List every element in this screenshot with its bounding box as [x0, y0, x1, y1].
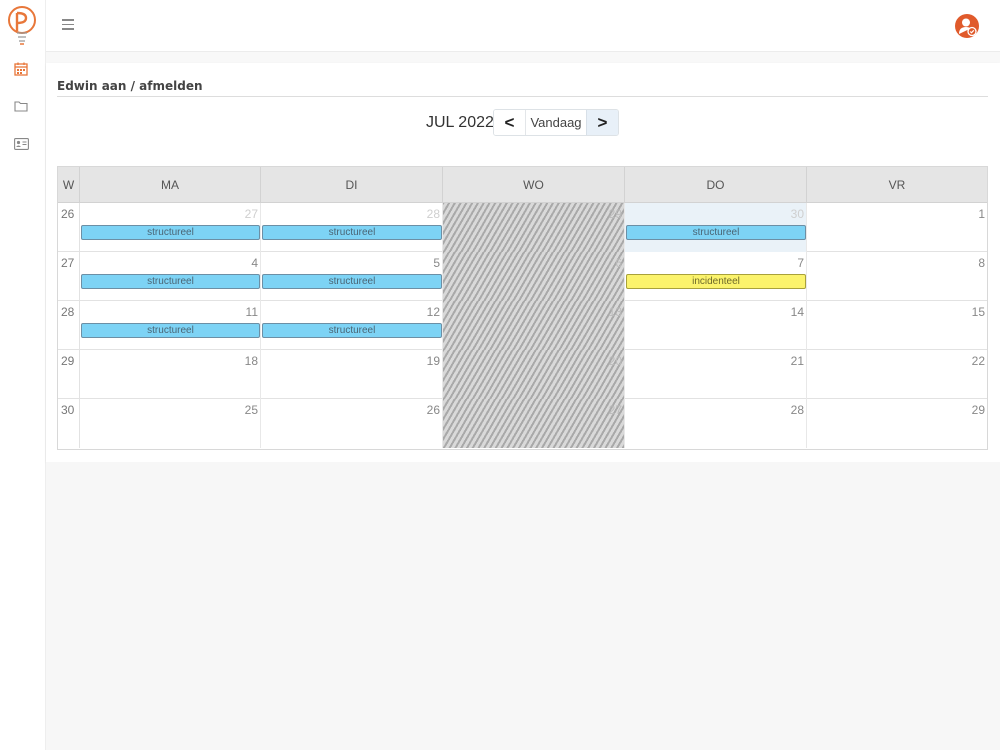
day-cell[interactable]: 14	[625, 301, 807, 350]
hamburger-menu-icon[interactable]	[62, 19, 74, 31]
day-cell[interactable]: 28 structureel	[261, 203, 443, 252]
day-number: 30	[790, 207, 804, 221]
week-row: 28 11 structureel 12 structureel 13 14 15	[58, 301, 987, 350]
day-number: 21	[790, 354, 804, 368]
structural-event[interactable]: structureel	[81, 274, 260, 289]
incidental-event[interactable]: incidenteel	[626, 274, 806, 289]
app-logo[interactable]	[6, 4, 38, 50]
day-cell[interactable]: 4 structureel	[80, 252, 261, 301]
calendar-nav: < Vandaag >	[493, 109, 619, 136]
structural-event[interactable]: structureel	[626, 225, 806, 240]
day-number: 7	[797, 256, 804, 270]
week-row: 26 27 structureel 28 structureel 29 30 structur…	[58, 203, 987, 252]
day-cell[interactable]: 8	[807, 252, 987, 301]
day-cell[interactable]: 21	[625, 350, 807, 399]
folder-icon[interactable]	[13, 98, 29, 114]
title-divider	[57, 96, 988, 97]
week-row: 29 18 19 20 21 22	[58, 350, 987, 399]
day-cell[interactable]: 29	[443, 203, 625, 252]
day-number: 22	[971, 354, 985, 368]
header-day-ma: MA	[80, 167, 261, 202]
day-number: 4	[251, 256, 258, 270]
day-cell[interactable]: 7 incidenteel	[625, 252, 807, 301]
day-number: 28	[790, 403, 804, 417]
day-cell[interactable]: 13	[443, 301, 625, 350]
week-row: 27 4 structureel 5 structureel 6 7 incidenteel 8	[58, 252, 987, 301]
next-month-button[interactable]: >	[586, 110, 618, 135]
header-week: W	[58, 167, 80, 202]
header-day-vr: VR	[888, 177, 906, 192]
structural-event[interactable]: structureel	[81, 225, 260, 240]
day-number: 11	[245, 305, 258, 319]
header-day-di: DI	[261, 167, 443, 202]
day-number: 5	[433, 256, 440, 270]
structural-event[interactable]: structureel	[81, 323, 260, 338]
day-number: 28	[426, 207, 440, 221]
structural-event[interactable]: structureel	[262, 274, 442, 289]
day-cell[interactable]: 22	[807, 350, 987, 399]
day-cell[interactable]: 19	[261, 350, 443, 399]
structural-event[interactable]: structureel	[262, 323, 442, 338]
day-number: 13	[608, 305, 622, 319]
day-number: 14	[790, 305, 804, 319]
month-label: JUL 2022	[426, 114, 494, 131]
day-cell[interactable]: 20	[443, 350, 625, 399]
day-number: 20	[608, 354, 622, 368]
day-number: 29	[608, 207, 622, 221]
day-number: 19	[426, 354, 440, 368]
day-cell[interactable]: 25	[80, 399, 261, 448]
week-row: 30 25 26 27 28 29	[58, 399, 987, 448]
day-cell[interactable]: 27 structureel	[80, 203, 261, 252]
day-cell[interactable]: 11 structureel	[80, 301, 261, 350]
day-number: 1	[978, 207, 985, 221]
header-day-wo: WO	[443, 167, 625, 202]
week-number: 26	[58, 203, 80, 252]
sidebar	[0, 0, 46, 750]
day-number: 15	[971, 305, 985, 319]
top-bar	[46, 0, 1000, 52]
day-number: 27	[244, 207, 258, 221]
week-number: 30	[58, 399, 80, 448]
day-number: 18	[244, 354, 258, 368]
day-cell[interactable]: 28	[625, 399, 807, 448]
today-button[interactable]: Vandaag	[526, 110, 586, 135]
week-number: 29	[58, 350, 80, 399]
day-number: 29	[971, 403, 985, 417]
header-day-do: DO	[625, 167, 807, 202]
day-cell[interactable]: 29	[807, 399, 987, 448]
day-cell[interactable]: 18	[80, 350, 261, 399]
user-avatar-icon[interactable]	[954, 13, 980, 39]
calendar-header: W MA DI WO DO VR	[58, 167, 987, 203]
structural-event[interactable]: structureel	[262, 225, 442, 240]
page-title: Edwin aan / afmelden	[57, 79, 203, 93]
day-cell[interactable]: 15	[807, 301, 987, 350]
content-background	[46, 462, 1000, 750]
prev-month-button[interactable]: <	[494, 110, 526, 135]
day-number: 26	[426, 403, 440, 417]
month-calendar: W MA DI WO DO VR 26 27 structureel 28 structureel…	[57, 166, 988, 450]
day-cell[interactable]: 1	[807, 203, 987, 252]
day-cell[interactable]: 6	[443, 252, 625, 301]
day-cell[interactable]: 27	[443, 399, 625, 448]
day-number: 27	[608, 403, 622, 417]
attendance-card: Edwin aan / afmelden JUL 2022 < Vandaag …	[46, 63, 1000, 462]
day-number: 12	[426, 305, 440, 319]
day-number: 6	[615, 256, 622, 270]
day-number: 25	[244, 403, 258, 417]
calendar-icon[interactable]	[13, 61, 29, 77]
contact-card-icon[interactable]	[13, 136, 29, 152]
day-cell[interactable]: 26	[261, 399, 443, 448]
day-cell[interactable]: 5 structureel	[261, 252, 443, 301]
day-number: 8	[978, 256, 985, 270]
day-cell[interactable]: 12 structureel	[261, 301, 443, 350]
day-cell[interactable]: 30 structureel	[625, 203, 807, 252]
week-number: 27	[58, 252, 80, 301]
week-number: 28	[58, 301, 80, 350]
